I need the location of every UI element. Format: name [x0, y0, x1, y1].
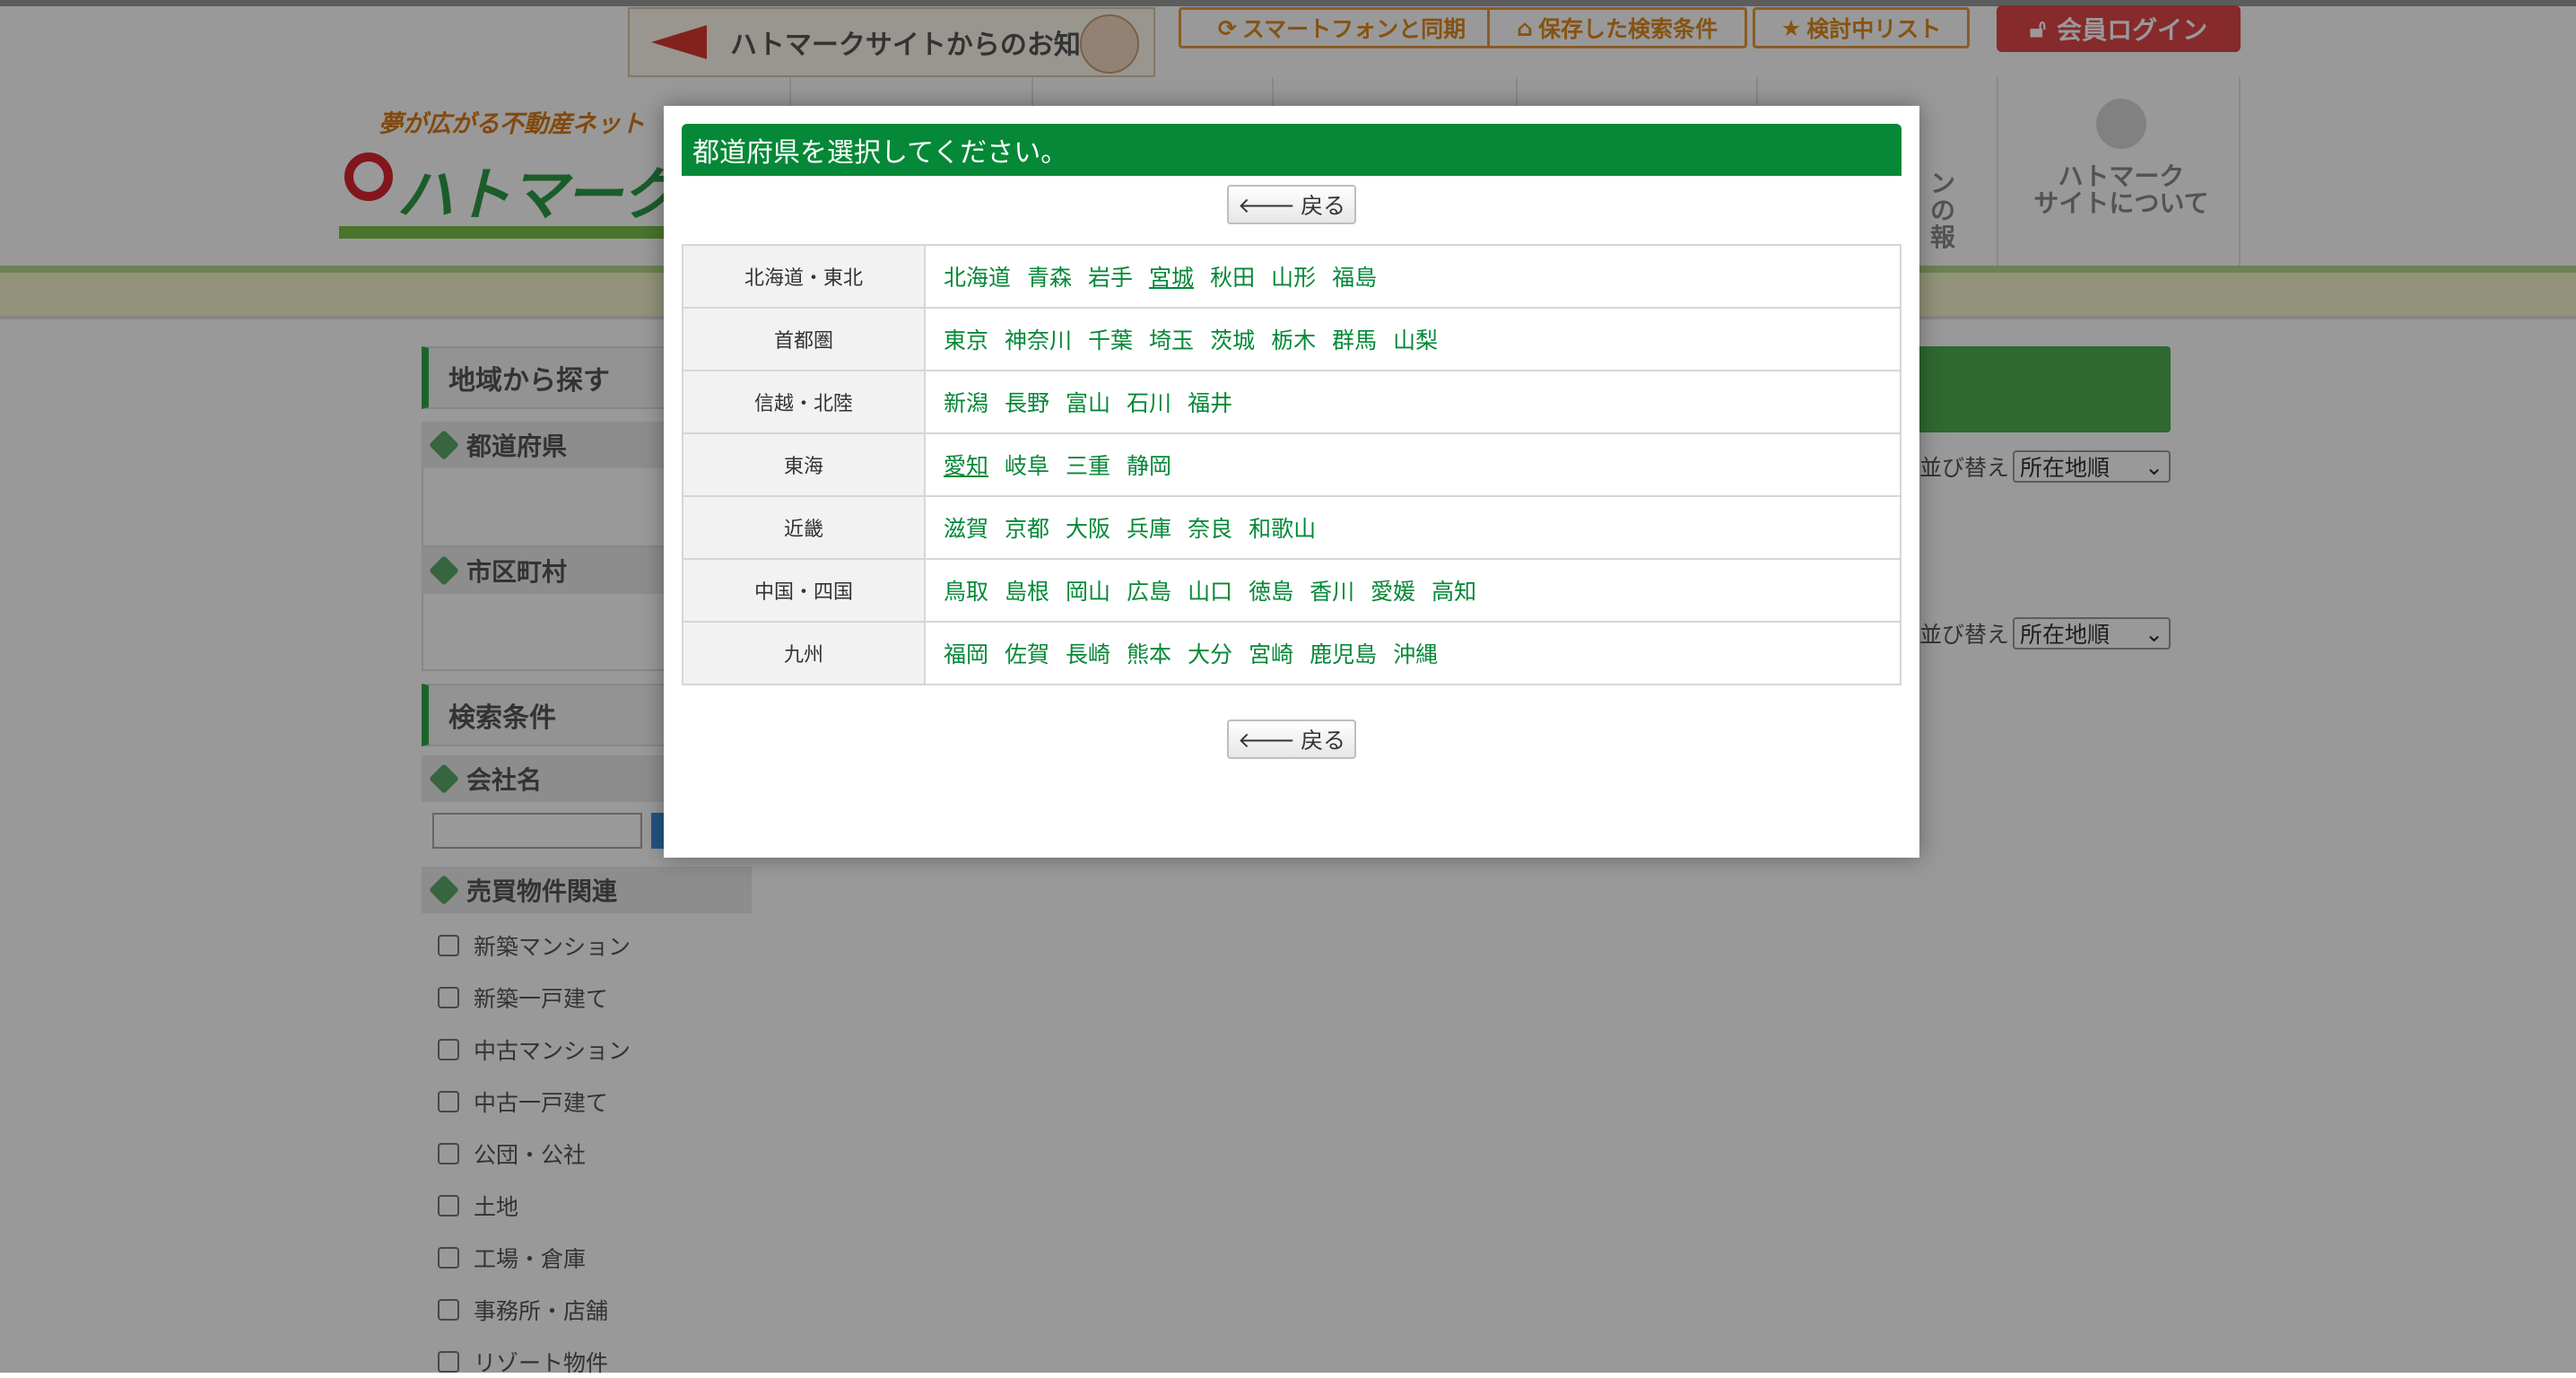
prefecture-links: 鳥取 島根 岡山 広島 山口 徳島 香川 愛媛 高知: [924, 558, 1902, 623]
prefecture-link[interactable]: 北海道: [944, 265, 1011, 291]
prefecture-link[interactable]: 富山: [1066, 390, 1110, 416]
prefecture-link[interactable]: 奈良: [1188, 516, 1232, 542]
prefecture-link[interactable]: 秋田: [1210, 265, 1255, 291]
prefecture-links: 福岡 佐賀 長崎 熊本 大分 宮崎 鹿児島 沖縄: [924, 621, 1902, 685]
arrow-left-icon: 🡐: [1237, 192, 1296, 218]
region-name: 九州: [682, 621, 926, 685]
region-name: 中国・四国: [682, 558, 926, 623]
prefecture-link[interactable]: 岩手: [1088, 265, 1133, 291]
prefecture-link[interactable]: 鹿児島: [1310, 641, 1377, 667]
prefecture-link[interactable]: 茨城: [1210, 327, 1255, 353]
prefecture-link[interactable]: 石川: [1127, 390, 1171, 416]
region-name: 近畿: [682, 495, 926, 560]
prefecture-link[interactable]: 島根: [1005, 579, 1049, 605]
prefecture-link[interactable]: 山口: [1188, 579, 1232, 605]
prefecture-link[interactable]: 熊本: [1127, 641, 1171, 667]
table-row: 北海道・東北 北海道 青森 岩手 宮城 秋田 山形 福島: [682, 244, 1902, 309]
prefecture-links: 新潟 長野 富山 石川 福井: [924, 370, 1902, 434]
modal-title: 都道府県を選択してください。: [682, 124, 1902, 176]
prefecture-links: 北海道 青森 岩手 宮城 秋田 山形 福島: [924, 244, 1902, 309]
prefecture-link[interactable]: 滋賀: [944, 516, 988, 542]
prefecture-link[interactable]: 群馬: [1332, 327, 1377, 353]
prefecture-link[interactable]: 徳島: [1249, 579, 1293, 605]
back-button-label: 戻る: [1301, 728, 1346, 754]
prefecture-link[interactable]: 沖縄: [1393, 641, 1438, 667]
prefecture-link[interactable]: 新潟: [944, 390, 988, 416]
prefecture-link[interactable]: 埼玉: [1149, 327, 1194, 353]
back-button-top[interactable]: 🡐 戻る: [1227, 185, 1356, 224]
prefecture-link[interactable]: 神奈川: [1005, 327, 1072, 353]
prefecture-link[interactable]: 宮城: [1149, 265, 1194, 291]
prefecture-link[interactable]: 山梨: [1393, 327, 1438, 353]
prefecture-modal: 都道府県を選択してください。 🡐 戻る 北海道・東北 北海道 青森 岩手 宮城 秋田 山形福…: [664, 106, 1919, 858]
prefecture-link[interactable]: 広島: [1127, 579, 1171, 605]
prefecture-link[interactable]: 京都: [1005, 516, 1049, 542]
prefecture-link[interactable]: 山形: [1271, 265, 1316, 291]
prefecture-link[interactable]: 佐賀: [1005, 641, 1049, 667]
back-button-label: 戻る: [1301, 193, 1346, 219]
prefecture-link[interactable]: 大阪: [1066, 516, 1110, 542]
table-row: 近畿 滋賀 京都 大阪 兵庫 奈良 和歌山: [682, 495, 1902, 560]
prefecture-link[interactable]: 福岡: [944, 641, 988, 667]
prefecture-link[interactable]: 岐阜: [1005, 453, 1049, 479]
table-row: 首都圏 東京 神奈川 千葉 埼玉 茨城 栃木 群馬 山梨: [682, 307, 1902, 371]
prefecture-link[interactable]: 兵庫: [1127, 516, 1171, 542]
prefecture-link[interactable]: 青森: [1027, 265, 1072, 291]
prefecture-links: 滋賀 京都 大阪 兵庫 奈良 和歌山: [924, 495, 1902, 560]
prefecture-link[interactable]: 愛媛: [1371, 579, 1415, 605]
prefecture-link[interactable]: 香川: [1310, 579, 1354, 605]
prefecture-link[interactable]: 長崎: [1066, 641, 1110, 667]
prefecture-link[interactable]: 三重: [1066, 453, 1110, 479]
table-row: 信越・北陸 新潟 長野 富山 石川 福井: [682, 370, 1902, 434]
table-row: 東海 愛知 岐阜 三重 静岡: [682, 432, 1902, 497]
prefecture-link[interactable]: 大分: [1188, 641, 1232, 667]
prefecture-links: 愛知 岐阜 三重 静岡: [924, 432, 1902, 497]
prefecture-link[interactable]: 和歌山: [1249, 516, 1316, 542]
prefecture-link[interactable]: 愛知: [944, 453, 988, 479]
prefecture-link[interactable]: 栃木: [1271, 327, 1316, 353]
prefecture-link[interactable]: 岡山: [1066, 579, 1110, 605]
prefecture-link[interactable]: 鳥取: [944, 579, 988, 605]
prefecture-link[interactable]: 福井: [1188, 390, 1232, 416]
prefecture-link[interactable]: 東京: [944, 327, 988, 353]
prefecture-link[interactable]: 福島: [1332, 265, 1377, 291]
region-name: 首都圏: [682, 307, 926, 371]
prefecture-link[interactable]: 高知: [1432, 579, 1476, 605]
region-name: 北海道・東北: [682, 244, 926, 309]
region-name: 信越・北陸: [682, 370, 926, 434]
prefecture-link[interactable]: 千葉: [1088, 327, 1133, 353]
prefecture-link[interactable]: 静岡: [1127, 453, 1171, 479]
prefecture-table: 北海道・東北 北海道 青森 岩手 宮城 秋田 山形 福島 首都圏 東京 神奈川 千葉 埼玉 茨城 栃木 群馬山…: [682, 244, 1902, 685]
prefecture-link[interactable]: 宮崎: [1249, 641, 1293, 667]
arrow-left-icon: 🡐: [1237, 727, 1296, 753]
region-name: 東海: [682, 432, 926, 497]
prefecture-link[interactable]: 長野: [1005, 390, 1049, 416]
back-button-bottom[interactable]: 🡐 戻る: [1227, 720, 1356, 759]
table-row: 中国・四国 鳥取 島根 岡山 広島 山口 徳島 香川 愛媛 高知: [682, 558, 1902, 623]
prefecture-links: 東京 神奈川 千葉 埼玉 茨城 栃木 群馬 山梨: [924, 307, 1902, 371]
table-row: 九州 福岡 佐賀 長崎 熊本 大分 宮崎 鹿児島 沖縄: [682, 621, 1902, 685]
